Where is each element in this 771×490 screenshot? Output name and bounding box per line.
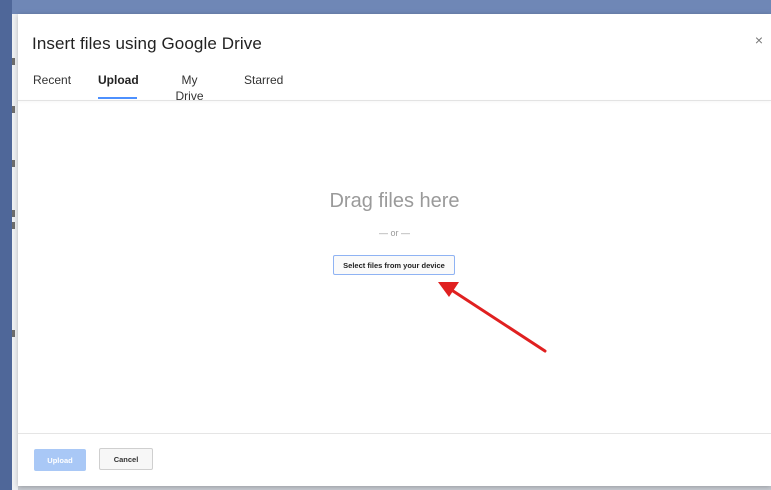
upload-button[interactable]: Upload xyxy=(34,449,86,471)
window-top-border xyxy=(0,0,771,14)
background-text-fragment xyxy=(12,222,15,229)
annotation-arrow-head xyxy=(438,282,459,297)
annotation-arrow-icon xyxy=(438,282,547,353)
annotation-arrow-shaft xyxy=(448,287,547,353)
window-left-border xyxy=(0,0,12,490)
footer-divider xyxy=(18,433,771,434)
insert-files-dialog: Insert files using Google Drive × Recent… xyxy=(18,14,771,486)
background-text-fragment xyxy=(12,330,15,337)
background-text-fragment xyxy=(12,210,15,217)
cancel-button[interactable]: Cancel xyxy=(99,448,153,470)
background-text-fragment xyxy=(12,106,15,113)
background-text-fragment xyxy=(12,160,15,167)
background-text-fragment xyxy=(12,58,15,65)
